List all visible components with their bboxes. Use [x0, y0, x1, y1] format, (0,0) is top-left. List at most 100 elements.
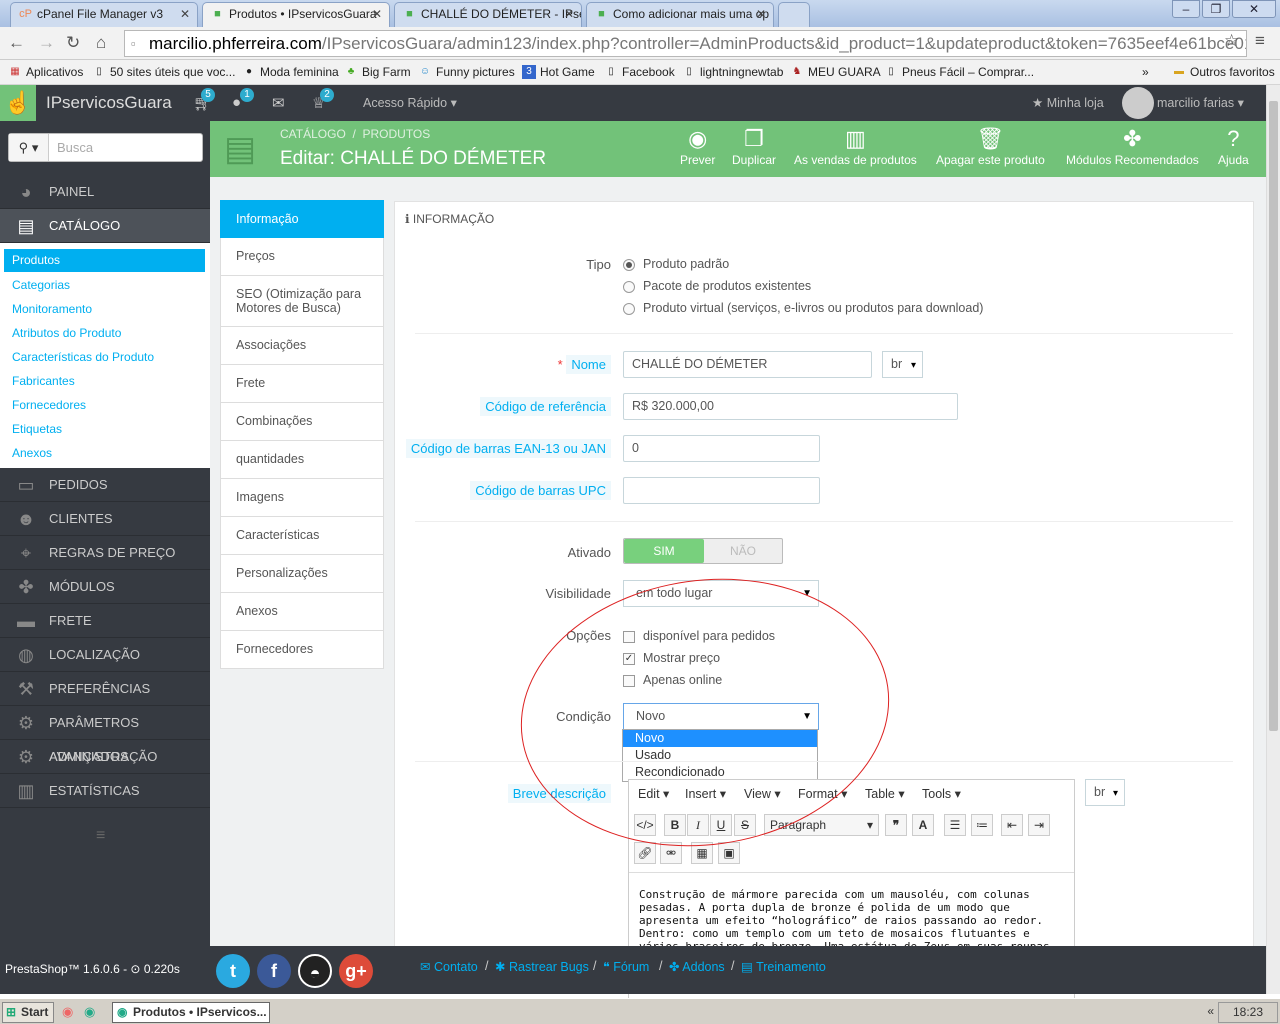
menu-icon[interactable]: ≡: [1255, 31, 1265, 51]
close-icon[interactable]: ✕: [564, 3, 574, 26]
sales-button[interactable]: ▥ As vendas de produtos: [794, 125, 917, 167]
tray-expand-icon[interactable]: «: [1207, 1004, 1214, 1018]
browser-tab-challe[interactable]: ■ CHALLÉ DO DÉMETER - IPser ✕: [394, 2, 582, 27]
upc-input[interactable]: [623, 477, 820, 504]
vertical-scrollbar[interactable]: [1266, 85, 1280, 994]
quick-access-menu[interactable]: Acesso Rápido ▾: [363, 95, 457, 110]
submenu-monitoramento[interactable]: Monitoramento: [12, 302, 92, 316]
blockquote-icon[interactable]: ❞: [885, 814, 907, 836]
editor-menu-table[interactable]: Table ▾: [865, 786, 905, 801]
video-icon[interactable]: ▦: [691, 842, 713, 864]
nome-input[interactable]: CHALLÉ DO DÉMETER: [623, 351, 872, 378]
editor-menu-tools[interactable]: Tools ▾: [922, 786, 961, 801]
editor-menu-format[interactable]: Format ▾: [798, 786, 847, 801]
minimize-icon[interactable]: –: [1172, 0, 1200, 18]
submenu-produtos[interactable]: Produtos: [4, 249, 205, 272]
tab-caracteristicas[interactable]: Características: [220, 517, 384, 555]
underline-icon[interactable]: U: [710, 814, 732, 836]
menu-regras-preco[interactable]: ⌖ REGRAS DE PREÇO: [0, 536, 210, 570]
menu-catalogo[interactable]: ▤ CATÁLOGO: [0, 209, 210, 243]
footer-link-bugs[interactable]: ✱ Rastrear Bugs: [495, 959, 589, 974]
menu-localizacao[interactable]: ◍ LOCALIZAÇÃO: [0, 638, 210, 672]
strikethrough-icon[interactable]: S: [734, 814, 756, 836]
toggle-yes[interactable]: SIM: [624, 539, 704, 563]
home-icon[interactable]: ⌂: [96, 33, 106, 53]
paragraph-format-select[interactable]: Paragraph ▾: [764, 814, 879, 836]
language-select[interactable]: br ▾: [882, 351, 923, 378]
footer-link-addons[interactable]: ✤ Addons: [669, 959, 725, 974]
menu-estatisticas[interactable]: ▥ ESTATÍSTICAS: [0, 774, 210, 808]
reload-icon[interactable]: ↻: [66, 33, 80, 53]
italic-icon[interactable]: I: [687, 814, 709, 836]
bold-icon[interactable]: B: [664, 814, 686, 836]
tab-precos[interactable]: Preços: [220, 238, 384, 276]
menu-administracao[interactable]: ⚙ ADMINISTRAÇÃO: [0, 740, 210, 774]
submenu-fornecedores[interactable]: Fornecedores: [12, 398, 86, 412]
other-bookmarks[interactable]: ▬ Outros favoritos: [1172, 63, 1275, 81]
recommended-modules-button[interactable]: ✤ Módulos Recomendados: [1066, 125, 1199, 167]
start-button[interactable]: ⊞ Start: [2, 1002, 54, 1023]
close-icon[interactable]: ✕: [180, 3, 190, 26]
source-code-icon[interactable]: </>: [634, 814, 656, 836]
editor-menu-edit[interactable]: Edit ▾: [638, 786, 669, 801]
user-menu[interactable]: marcilio farias ▾: [1157, 95, 1244, 110]
bookmark-funny[interactable]: ☺ Funny pictures: [418, 63, 515, 81]
prestashop-logo[interactable]: ☝: [0, 85, 36, 121]
tab-quantidades[interactable]: quantidades: [220, 441, 384, 479]
tipo-radio-virtual[interactable]: Produto virtual (serviços, e-livros ou p…: [623, 301, 983, 315]
twitter-icon[interactable]: t: [216, 954, 250, 988]
browser-tab-cpanel[interactable]: cP cPanel File Manager v3 ✕: [10, 2, 198, 27]
bookmark-big-farm[interactable]: ♣ Big Farm: [344, 63, 411, 81]
tab-associacoes[interactable]: Associações: [220, 327, 384, 365]
submenu-atributos[interactable]: Atributos do Produto: [12, 326, 121, 340]
image-icon[interactable]: ▣: [718, 842, 740, 864]
visibilidade-select[interactable]: em todo lugar ▼: [623, 580, 819, 607]
bookmark-hot-game[interactable]: 3 Hot Game: [522, 63, 595, 81]
new-tab-button[interactable]: [778, 2, 810, 27]
tab-anexos[interactable]: Anexos: [220, 593, 384, 631]
bookmark-lightning[interactable]: ▯ lightningnewtab: [682, 63, 783, 81]
bullet-list-icon[interactable]: ☰: [944, 814, 966, 836]
menu-parametros[interactable]: ⚙ PARÂMETROS AVANÇADOS: [0, 706, 210, 764]
footer-link-contato[interactable]: ✉ Contato: [420, 959, 478, 974]
shop-name[interactable]: IPservicosGuara: [46, 93, 172, 113]
condicao-select[interactable]: Novo ▼: [623, 703, 819, 730]
tipo-radio-pacote[interactable]: Pacote de produtos existentes: [623, 279, 811, 293]
google-plus-icon[interactable]: g+: [339, 954, 373, 988]
close-icon[interactable]: ✕: [372, 3, 382, 26]
my-shop-link[interactable]: ★ Minha loja: [1032, 95, 1104, 110]
browser-tab-como-adicionar[interactable]: ■ Como adicionar mais uma op ✕: [586, 2, 774, 27]
tab-informacao[interactable]: Informação: [220, 200, 384, 238]
ativado-toggle[interactable]: SIM NÃO: [623, 538, 783, 564]
bookmark-pneus[interactable]: ▯ Pneus Fácil – Comprar...: [884, 63, 1034, 81]
breadcrumb-catalogo[interactable]: CATÁLOGO: [280, 127, 346, 141]
tab-seo[interactable]: SEO (Otimização para Motores de Busca): [220, 276, 384, 327]
tab-frete[interactable]: Frete: [220, 365, 384, 403]
menu-preferencias[interactable]: ⚒ PREFERÊNCIAS: [0, 672, 210, 706]
footer-link-treinamento[interactable]: ▤ Treinamento: [741, 959, 826, 974]
description-language-select[interactable]: br ▾: [1085, 779, 1125, 806]
option-mostrar-preco-checkbox[interactable]: ✓ Mostrar preço: [623, 651, 720, 665]
ean-input[interactable]: 0: [623, 435, 820, 462]
submenu-fabricantes[interactable]: Fabricantes: [12, 374, 75, 388]
editor-menu-view[interactable]: View ▾: [744, 786, 781, 801]
outdent-icon[interactable]: ⇤: [1001, 814, 1023, 836]
submenu-caracteristicas[interactable]: Características do Produto: [12, 350, 154, 364]
browser-tab-produtos[interactable]: ■ Produtos • IPservicosGuara ✕: [202, 2, 390, 27]
breadcrumb-produtos[interactable]: PRODUTOS: [362, 127, 430, 141]
submenu-categorias[interactable]: Categorias: [12, 278, 70, 292]
reference-input[interactable]: R$ 320.000,00: [623, 393, 958, 420]
menu-frete[interactable]: ▬ FRETE: [0, 604, 210, 638]
bookmark-aplicativos[interactable]: ▦ Aplicativos: [8, 63, 83, 81]
user-icon[interactable]: ● 1: [232, 88, 254, 111]
tab-personalizacoes[interactable]: Personalizações: [220, 555, 384, 593]
duplicate-button[interactable]: ❐ Duplicar: [732, 125, 776, 167]
address-bar[interactable]: ▫ marcilio.phferreira.com/IPservicosGuar…: [124, 30, 1247, 57]
bookmark-moda[interactable]: ● Moda feminina: [242, 63, 339, 81]
github-icon[interactable]: ◓: [298, 954, 332, 988]
search-type-button[interactable]: ⚲ ▾: [9, 134, 49, 161]
option-disponivel-checkbox[interactable]: disponível para pedidos: [623, 629, 775, 643]
taskbar-chrome-window[interactable]: ◉ Produtos • IPservicos...: [112, 1002, 270, 1023]
collapse-menu-icon[interactable]: ≡: [96, 827, 105, 845]
tab-combinacoes[interactable]: Combinações: [220, 403, 384, 441]
